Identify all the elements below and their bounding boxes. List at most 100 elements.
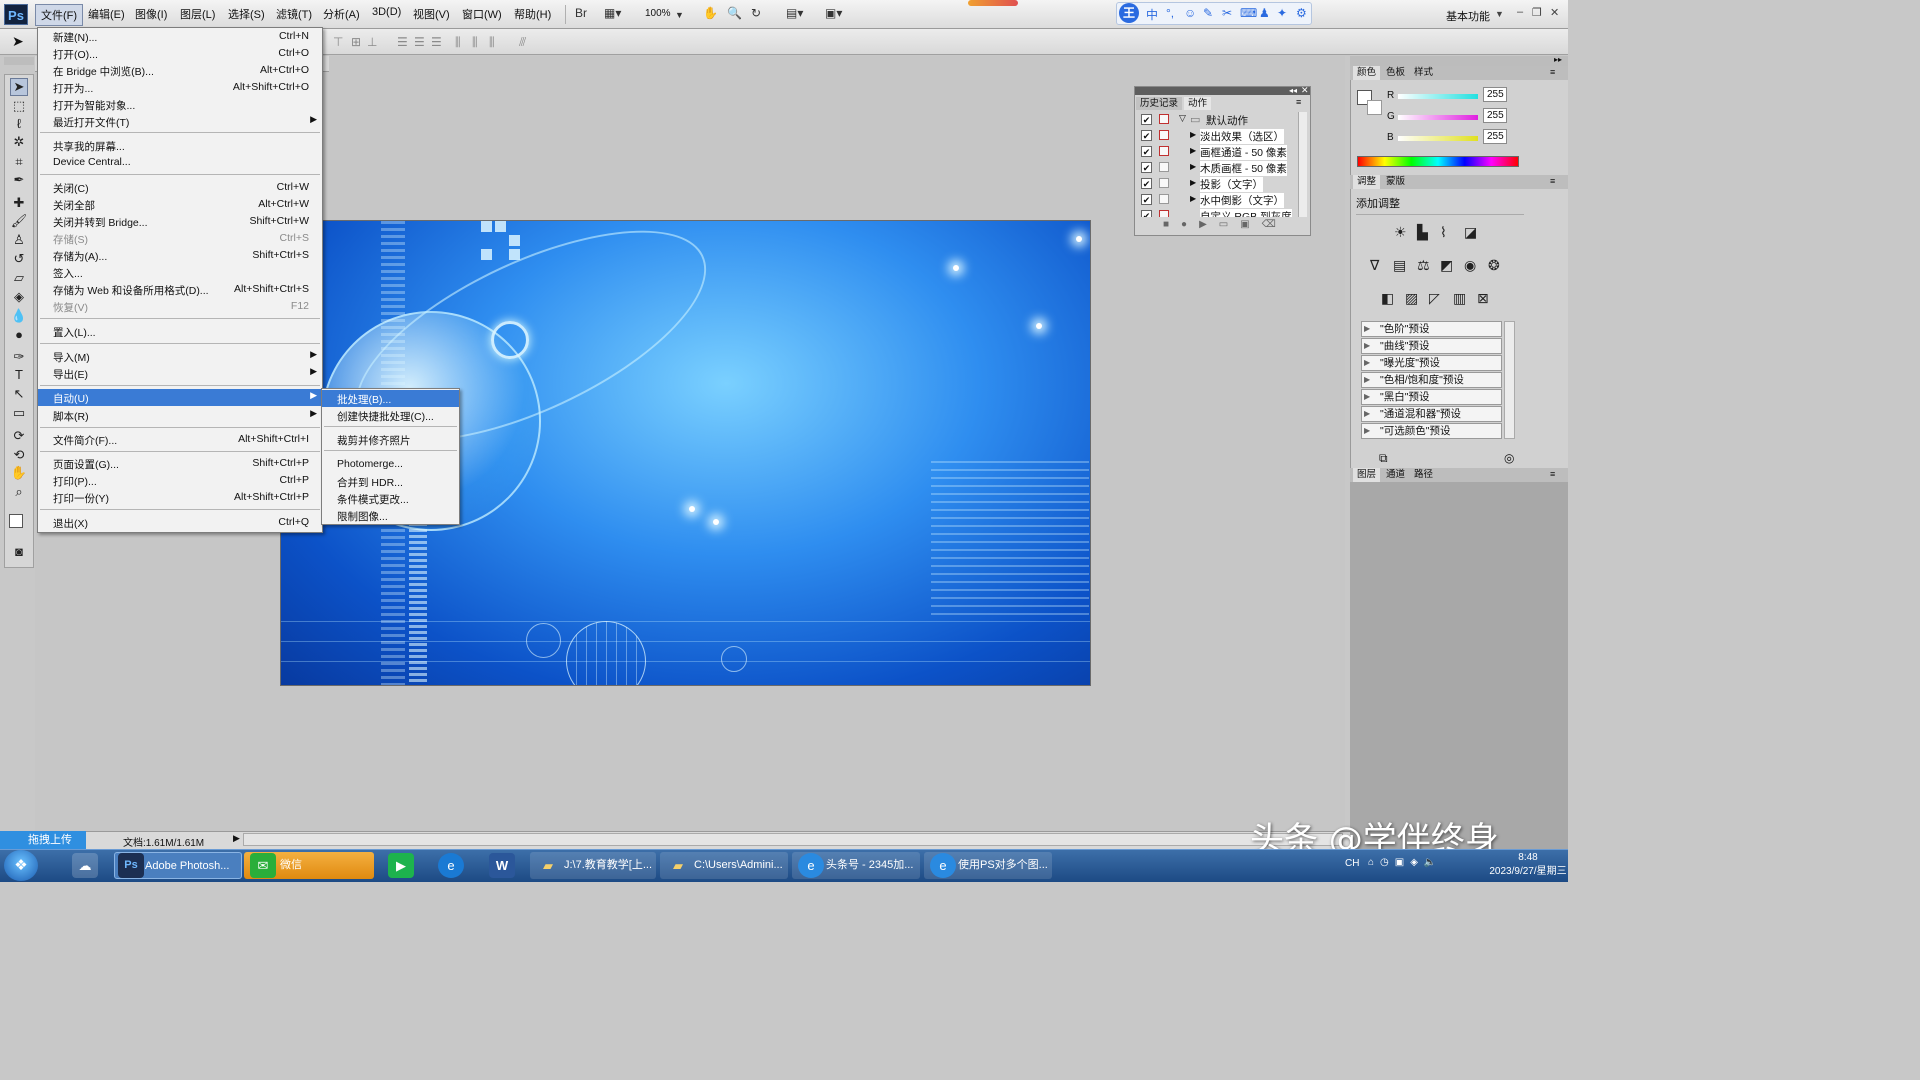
menu-item-automate[interactable]: 自动(U) ▶	[38, 389, 322, 406]
dialog-toggle-icon[interactable]	[1159, 146, 1169, 156]
blue-value-input[interactable]: 255	[1483, 129, 1507, 144]
action-set-row[interactable]: ✔ ▽ ▭ 默认动作	[1138, 112, 1298, 128]
layers-list[interactable]	[1350, 482, 1568, 851]
dialog-toggle-icon[interactable]	[1159, 162, 1169, 172]
path-selection-tool-icon[interactable]: ↖	[10, 386, 28, 402]
3d-rotate-tool-icon[interactable]: ⟳	[10, 428, 28, 444]
menu-item-page-setup[interactable]: 页面设置(G)... Shift+Ctrl+P	[38, 455, 322, 472]
panel-collapse-icon[interactable]: ◂◂	[1289, 86, 1297, 95]
toolbox-header[interactable]	[4, 57, 34, 65]
eyedropper-tool-icon[interactable]: ✒	[10, 172, 28, 188]
selective-color-icon[interactable]: ⊠	[1477, 290, 1489, 307]
expand-arrow-icon[interactable]: ▶	[1190, 146, 1196, 155]
checkbox-icon[interactable]: ✔	[1141, 146, 1152, 157]
move-tool-icon[interactable]: ➤	[10, 78, 28, 96]
panel-menu-icon[interactable]: ≡	[1550, 469, 1555, 479]
hand-tool-icon[interactable]: ✋	[10, 465, 28, 481]
zoom-chevron-down-icon[interactable]: ▼	[675, 10, 684, 20]
invert-icon[interactable]: ◧	[1381, 290, 1394, 307]
brush-tool-icon[interactable]: 🖌	[10, 213, 28, 229]
menu-image[interactable]: 图像(I)	[135, 6, 167, 22]
media-player-icon[interactable]: ▶	[388, 853, 414, 878]
blur-tool-icon[interactable]: 💧	[10, 308, 28, 324]
dialog-toggle-icon[interactable]	[1159, 130, 1169, 140]
tray-clock[interactable]: 8:48 2023/9/27/星期三	[1488, 851, 1568, 879]
adjust-options-icon[interactable]: ◎	[1504, 451, 1514, 465]
panel-title-bar[interactable]	[1135, 87, 1310, 95]
curves-icon[interactable]: ⌇	[1440, 224, 1447, 241]
menu-item-open[interactable]: 打开(O)... Ctrl+O	[38, 45, 322, 62]
menu-item-import[interactable]: 导入(M) ▶	[38, 348, 322, 365]
shape-tool-icon[interactable]: ▭	[10, 405, 28, 421]
minimize-icon[interactable]: –	[1517, 6, 1523, 18]
word-icon[interactable]: W	[489, 853, 515, 878]
panel-menu-icon[interactable]: ≡	[1550, 67, 1555, 77]
workspace-switcher[interactable]: 基本功能	[1446, 8, 1490, 24]
black-white-icon[interactable]: ◩	[1440, 257, 1453, 274]
menu-3d[interactable]: 3D(D)	[372, 6, 401, 18]
checkbox-icon[interactable]: ✔	[1141, 210, 1152, 217]
checkbox-icon[interactable]: ✔	[1141, 194, 1152, 205]
menu-item-print-one-copy[interactable]: 打印一份(Y) Alt+Shift+Ctrl+P	[38, 489, 322, 506]
expand-arrow-icon[interactable]: ▶	[1190, 162, 1196, 171]
tab-channels[interactable]: 通道	[1382, 468, 1409, 482]
ime-screenshot-icon[interactable]: ✂	[1222, 6, 1232, 20]
menu-analysis[interactable]: 分析(A)	[323, 6, 360, 22]
tray-icons[interactable]: ⌂◷▣◈🔈	[1368, 857, 1442, 868]
dialog-toggle-icon[interactable]	[1159, 210, 1169, 217]
crop-tool-icon[interactable]: ⌗	[10, 154, 28, 170]
tab-color[interactable]: 颜色	[1353, 66, 1381, 80]
align-top-icon[interactable]: ⊤	[333, 35, 343, 49]
menu-select[interactable]: 选择(S)	[228, 6, 265, 22]
horizontal-scrollbar[interactable]	[243, 833, 1343, 846]
menu-layer[interactable]: 图层(L)	[180, 6, 215, 22]
dialog-toggle-icon[interactable]	[1159, 114, 1169, 124]
tab-actions[interactable]: 动作	[1184, 97, 1212, 110]
ime-skin-icon[interactable]: ✦	[1277, 6, 1287, 20]
checkbox-icon[interactable]: ✔	[1141, 114, 1152, 125]
menu-item-close-all[interactable]: 关闭全部 Alt+Ctrl+W	[38, 196, 322, 213]
menu-file[interactable]: 文件(F)	[35, 4, 84, 26]
posterize-icon[interactable]: ▨	[1405, 290, 1418, 307]
dock-expand-icon[interactable]: ▸▸	[1554, 55, 1562, 64]
distribute-left-icon[interactable]: ⫼	[455, 35, 461, 50]
gradient-map-icon[interactable]: ▥	[1453, 290, 1466, 307]
action-row[interactable]: ✔ ▶ 木质画框 - 50 像素	[1138, 160, 1298, 176]
pen-tool-icon[interactable]: ✑	[10, 349, 28, 365]
expand-arrow-icon[interactable]: ▶	[1190, 194, 1196, 203]
expand-arrow-icon[interactable]: ▶	[1190, 130, 1196, 139]
menu-item-scripts[interactable]: 脚本(R) ▶	[38, 407, 322, 424]
menu-window[interactable]: 窗口(W)	[462, 6, 502, 22]
checkbox-icon[interactable]: ✔	[1141, 178, 1152, 189]
panel-menu-icon[interactable]: ≡	[1550, 176, 1555, 186]
distribute-bottom-icon[interactable]: ☰	[431, 35, 442, 49]
menu-edit[interactable]: 编辑(E)	[88, 6, 125, 22]
presets-scrollbar[interactable]	[1504, 321, 1515, 439]
ime-emoji-icon[interactable]: ☺	[1184, 6, 1196, 20]
menu-help[interactable]: 帮助(H)	[514, 6, 551, 22]
dodge-tool-icon[interactable]: ●	[10, 327, 28, 342]
preset-black-white[interactable]: "黑白"预设	[1361, 389, 1502, 405]
menu-item-new[interactable]: 新建(N)... Ctrl+N	[38, 28, 322, 45]
type-tool-icon[interactable]: T	[10, 367, 28, 382]
menu-item-recent-files[interactable]: 最近打开文件(T) ▶	[38, 113, 322, 130]
red-slider[interactable]	[1398, 94, 1478, 99]
align-vcenter-icon[interactable]: ⊞	[351, 35, 361, 49]
ime-logo-icon[interactable]: 王	[1119, 3, 1139, 23]
distribute-hcenter-icon[interactable]: ⫼	[472, 35, 478, 50]
quick-mask-icon[interactable]: ◙	[10, 544, 28, 559]
color-spectrum-ramp[interactable]	[1357, 156, 1519, 167]
rotate-view-icon[interactable]: ↻	[751, 6, 761, 20]
preset-hue-saturation[interactable]: "色相/饱和度"预设	[1361, 372, 1502, 388]
menu-item-check-in[interactable]: 签入...	[38, 264, 322, 281]
baidu-netdisk-icon[interactable]: ☁	[72, 853, 98, 878]
checkbox-icon[interactable]: ✔	[1141, 162, 1152, 173]
checkbox-icon[interactable]: ✔	[1141, 130, 1152, 141]
expand-triangle-icon[interactable]: ▽	[1179, 113, 1186, 124]
ime-punctuation-icon[interactable]: °,	[1166, 6, 1174, 20]
distribute-right-icon[interactable]: ⫼	[489, 35, 495, 50]
preset-channel-mixer[interactable]: "通道混和器"预设	[1361, 406, 1502, 422]
clip-to-layer-icon[interactable]: ⧉	[1379, 451, 1388, 466]
menu-item-exit[interactable]: 退出(X) Ctrl+Q	[38, 514, 322, 531]
tab-paths[interactable]: 路径	[1410, 468, 1437, 482]
